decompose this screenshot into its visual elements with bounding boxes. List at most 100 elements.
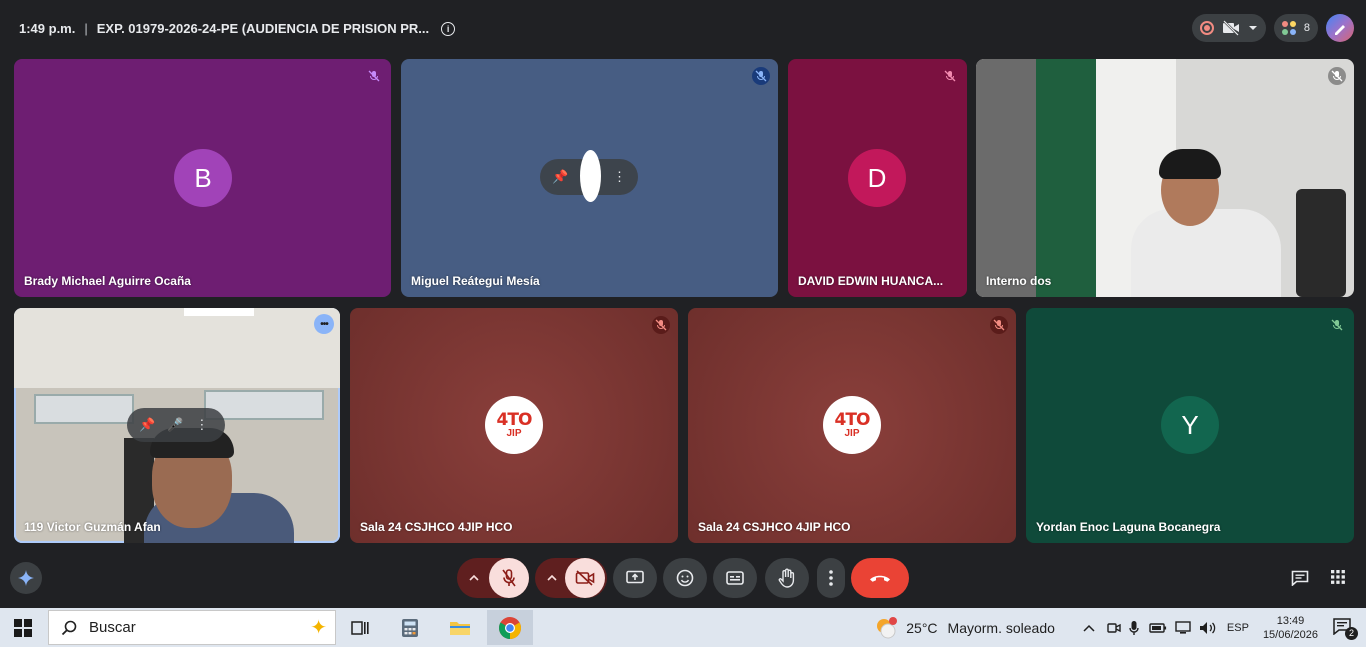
recording-and-host-pill[interactable] [1191, 14, 1266, 42]
participant-tile[interactable]: D DAVID EDWIN HUANCA... [788, 59, 967, 297]
search-placeholder: Buscar [89, 619, 136, 636]
chevron-down-icon [1248, 26, 1257, 30]
task-view-icon[interactable] [337, 610, 383, 645]
separator: | [84, 21, 88, 36]
chevron-up-icon[interactable] [1083, 624, 1095, 632]
battery-icon[interactable] [1149, 622, 1167, 634]
court-logo: 4TO JIP [823, 396, 881, 454]
participant-tile[interactable]: 4TO JIP Sala 24 CSJHCO 4JIP HCO [350, 308, 678, 543]
top-right-controls: 8 [1191, 14, 1354, 42]
hang-up-icon [870, 575, 890, 582]
meeting-info: 1:49 p.m. | EXP. 01979-2026-24-PE (AUDIE… [19, 21, 456, 36]
mic-off-icon [652, 316, 670, 334]
avatar: Y [1161, 396, 1219, 454]
captions-button[interactable] [713, 558, 757, 598]
windows-start-icon[interactable] [14, 619, 32, 637]
camera-off-icon [575, 570, 595, 586]
mic-off-icon [1328, 316, 1346, 334]
captions-icon [726, 571, 744, 585]
emoji-icon [676, 569, 694, 587]
participant-count: 8 [1303, 22, 1310, 34]
participant-tile[interactable]: 4TO JIP Sala 24 CSJHCO 4JIP HCO [688, 308, 1016, 543]
chevron-up-icon [547, 574, 557, 581]
participant-name: DAVID EDWIN HUANCA... [798, 274, 944, 288]
network-icon[interactable] [1175, 620, 1191, 635]
meeting-title: EXP. 01979-2026-24-PE (AUDIENCIA DE PRIS… [96, 21, 430, 36]
mic-off-icon [365, 67, 383, 85]
participant-name: Miguel Reátegui Mesía [411, 274, 540, 288]
meet-camera-icon[interactable] [1107, 621, 1121, 635]
top-bar: 1:49 p.m. | EXP. 01979-2026-24-PE (AUDIE… [0, 0, 1366, 58]
more-options-button[interactable] [817, 558, 845, 598]
temperature[interactable]: 25°C [906, 620, 937, 636]
present-button[interactable] [613, 558, 657, 598]
participant-name: Yordan Enoc Laguna Bocanegra [1036, 520, 1221, 534]
court-logo: 4TO JIP [485, 396, 543, 454]
notification-count: 2 [1345, 626, 1358, 640]
pin-icon[interactable]: 📌 [139, 417, 155, 433]
camera-toggle-button[interactable] [565, 558, 605, 598]
participant-tile[interactable]: 📌 ⋮ Miguel Reátegui Mesía [401, 59, 778, 297]
logo-line2: JIP [506, 427, 522, 439]
participant-tile[interactable]: Y Yordan Enoc Laguna Bocanegra [1026, 308, 1354, 543]
participant-name: 119 Victor Guzmán Afan [24, 520, 161, 534]
more-options-icon[interactable]: ⋮ [613, 169, 626, 185]
mic-toggle-button[interactable] [489, 558, 529, 598]
weather-text[interactable]: Mayorm. soleado [948, 620, 1055, 636]
system-tray: 25°C Mayorm. soleado ESP 13:49 15/06/202… [874, 608, 1366, 647]
video-feed [976, 59, 1354, 297]
raise-hand-button[interactable] [765, 558, 809, 598]
participants-button[interactable]: 8 [1273, 14, 1318, 42]
tile-hover-controls: 📌 ⋮ [540, 150, 638, 202]
meeting-time: 1:49 p.m. [19, 21, 76, 36]
calculator-icon[interactable] [387, 610, 433, 645]
chevron-up-icon [469, 574, 479, 581]
mic-off-icon [502, 569, 516, 587]
logo-line1: 4TO [834, 409, 871, 430]
leave-call-button[interactable] [851, 558, 909, 598]
microphone-icon[interactable] [1129, 620, 1139, 636]
participant-name: Interno dos [986, 274, 1052, 288]
pin-icon[interactable]: 📌 [552, 169, 568, 185]
notifications-icon[interactable]: 2 [1332, 617, 1358, 640]
mic-off-icon [752, 67, 770, 85]
more-options-icon[interactable]: ••• [314, 314, 334, 334]
mic-icon[interactable]: 🎤 [167, 417, 183, 433]
recording-icon [1199, 21, 1214, 35]
windows-taskbar: Buscar ✦ 25°C Mayorm. soleado ESP 13:49 … [0, 608, 1366, 647]
clock-date: 15/06/2026 [1262, 628, 1318, 641]
activities-grid-icon[interactable] [1331, 570, 1345, 584]
people-icon [1281, 21, 1296, 35]
file-explorer-icon[interactable] [437, 610, 483, 645]
participant-photo [580, 150, 601, 202]
participant-tile[interactable]: Interno dos [976, 59, 1354, 297]
copilot-sparkle-icon: ✦ [310, 617, 327, 639]
participant-name: Sala 24 CSJHCO 4JIP HCO [698, 520, 851, 534]
camera-off-icon [1222, 20, 1239, 36]
weather-icon[interactable] [874, 616, 900, 640]
gemini-notes-icon[interactable] [1326, 14, 1354, 42]
participant-tile[interactable]: B Brady Michael Aguirre Ocaña [14, 59, 391, 297]
info-icon[interactable]: i [441, 21, 456, 36]
chrome-icon[interactable] [487, 610, 533, 645]
avatar: B [174, 149, 232, 207]
mic-off-icon [990, 316, 1008, 334]
volume-icon[interactable] [1199, 621, 1217, 635]
more-options-icon[interactable]: ⋮ [195, 417, 208, 433]
mic-off-icon [1328, 67, 1346, 85]
hand-icon [778, 568, 795, 588]
call-controls [0, 552, 1366, 602]
logo-line2: JIP [844, 427, 860, 439]
more-vert-icon [829, 570, 833, 586]
taskbar-search-input[interactable]: Buscar ✦ [48, 610, 336, 645]
participant-name: Sala 24 CSJHCO 4JIP HCO [360, 520, 513, 534]
meet-window: 1:49 p.m. | EXP. 01979-2026-24-PE (AUDIE… [0, 0, 1366, 608]
reactions-button[interactable] [663, 558, 707, 598]
tile-hover-controls: 📌 🎤 ⋮ [127, 408, 225, 442]
participant-tile[interactable]: 📌 🎤 ⋮ ••• 119 Victor Guzmán Afan [14, 308, 340, 543]
language-indicator[interactable]: ESP [1227, 622, 1249, 634]
clock[interactable]: 13:49 15/06/2026 [1263, 614, 1318, 642]
chat-icon[interactable] [1291, 570, 1309, 586]
clock-time: 13:49 [1276, 614, 1305, 627]
gemini-sparkle-icon[interactable] [10, 562, 42, 594]
